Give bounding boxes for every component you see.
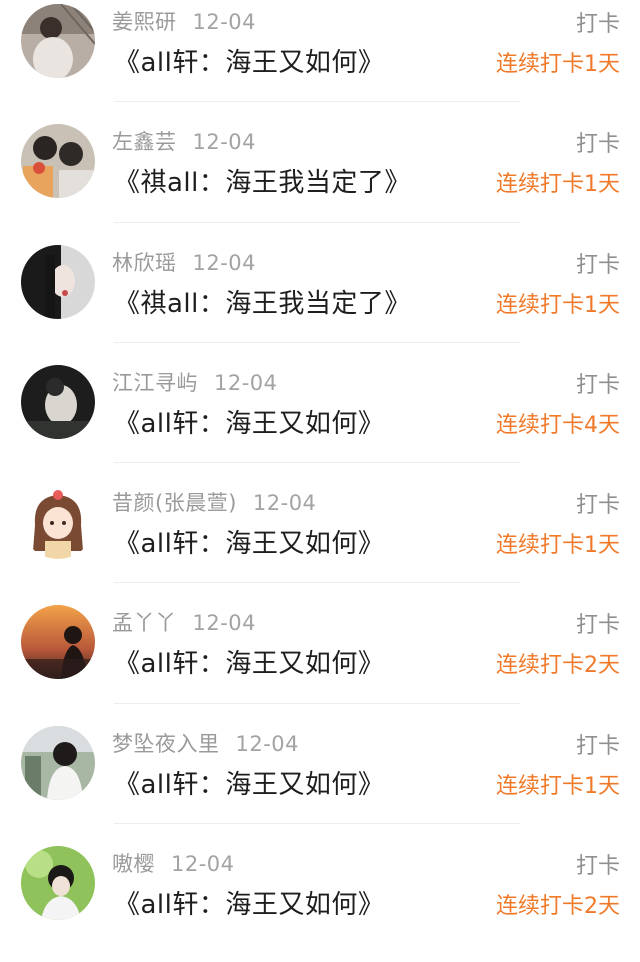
divider [114,823,520,825]
avatar-dark-photo-icon [21,364,95,439]
username-text[interactable]: 姜熙研 [112,10,177,34]
list-item[interactable]: 林欣瑶 12-04 《祺all：海王我当定了》 打卡 连续打卡1天 [0,241,640,361]
post-title[interactable]: 《all轩：海王又如何》 [114,42,384,79]
avatar-girl-outdoor-icon [21,725,95,800]
divider [114,462,520,464]
checkin-label: 打卡 [575,613,620,639]
post-date: 12-04 [171,852,235,877]
username[interactable]: 左鑫芸 12-04 [112,126,256,156]
avatar-girl-photo-icon [21,4,95,78]
post-title[interactable]: 《all轩：海王又如何》 [114,403,384,440]
avatar-boys-photo-icon [21,124,95,199]
username-text[interactable]: 梦坠夜入里 [112,732,220,756]
checkin-label: 打卡 [575,372,620,398]
avatar-cartoon-girl-icon [21,485,95,560]
avatar[interactable] [21,485,95,560]
checkin-label: 打卡 [575,12,620,37]
streak-badge: 连续打卡4天 [496,412,620,438]
list-item[interactable]: 姜熙研 12-04 《all轩：海王又如何》 打卡 连续打卡1天 [0,0,640,120]
streak-badge: 连续打卡1天 [496,172,620,198]
list-item[interactable]: 昔颜(张晨萱) 12-04 《all轩：海王又如何》 打卡 连续打卡1天 [0,481,640,601]
avatar[interactable] [21,244,95,319]
username-text[interactable]: 林欣瑶 [112,251,177,275]
streak-badge: 连续打卡1天 [496,52,620,77]
checkin-list: 姜熙研 12-04 《all轩：海王又如何》 打卡 连续打卡1天 左鑫芸 12-04… [0,0,640,962]
list-item[interactable]: 左鑫芸 12-04 《祺all：海王我当定了》 打卡 连续打卡1天 [0,120,640,240]
username-text[interactable]: 孟丫丫 [112,611,177,635]
username[interactable]: 梦坠夜入里 12-04 [112,728,299,758]
username[interactable]: 嗷樱 12-04 [112,848,235,878]
list-item[interactable]: 梦坠夜入里 12-04 《all轩：海王又如何》 打卡 连续打卡1天 [0,722,640,842]
username[interactable]: 江江寻屿 12-04 [112,367,278,397]
username[interactable]: 林欣瑶 12-04 [112,247,256,277]
avatar[interactable] [21,725,95,800]
streak-badge: 连续打卡2天 [496,894,620,920]
avatar-boy-green-icon [21,846,95,921]
streak-badge: 连续打卡1天 [496,773,620,799]
divider [114,702,520,704]
checkin-label: 打卡 [575,132,620,158]
divider [114,582,520,584]
username[interactable]: 姜熙研 12-04 [112,6,256,36]
avatar[interactable] [21,605,95,680]
list-item[interactable]: 孟丫丫 12-04 《all轩：海王又如何》 打卡 连续打卡2天 [0,601,640,721]
post-title[interactable]: 《all轩：海王又如何》 [114,884,384,921]
post-date: 12-04 [252,491,317,516]
avatar-woman-profile-icon [21,244,95,319]
divider [114,221,520,223]
avatar[interactable] [21,124,95,199]
post-title[interactable]: 《all轩：海王又如何》 [114,764,384,801]
post-date: 12-04 [214,370,278,395]
streak-badge: 连续打卡1天 [496,533,620,559]
post-title[interactable]: 《祺all：海王我当定了》 [114,162,411,199]
avatar[interactable] [21,846,95,921]
divider [114,341,520,343]
post-date: 12-04 [235,731,300,756]
username-text[interactable]: 江江寻屿 [112,371,198,395]
post-date: 12-04 [192,10,257,34]
checkin-label: 打卡 [575,733,620,759]
post-date: 12-04 [192,250,257,275]
username-text[interactable]: 昔颜(张晨萱) [112,491,237,515]
list-item[interactable]: 嗷樱 12-04 《all轩：海王又如何》 打卡 连续打卡2天 [0,842,640,962]
username[interactable]: 昔颜(张晨萱) 12-04 [112,487,316,517]
username[interactable]: 孟丫丫 12-04 [112,607,256,637]
post-date: 12-04 [192,611,257,636]
checkin-label: 打卡 [575,854,620,880]
streak-badge: 连续打卡1天 [496,292,620,318]
list-item[interactable]: 江江寻屿 12-04 《all轩：海王又如何》 打卡 连续打卡4天 [0,361,640,481]
checkin-label: 打卡 [575,252,620,278]
username-text[interactable]: 嗷樱 [112,852,155,876]
avatar-sunset-photo-icon [21,605,95,680]
post-title[interactable]: 《all轩：海王又如何》 [114,643,384,680]
post-title[interactable]: 《all轩：海王又如何》 [114,523,384,560]
streak-badge: 连续打卡2天 [496,653,620,679]
avatar[interactable] [21,4,95,78]
username-text[interactable]: 左鑫芸 [112,130,177,154]
post-date: 12-04 [192,130,257,155]
divider [114,101,520,103]
post-title[interactable]: 《祺all：海王我当定了》 [114,283,411,320]
avatar[interactable] [21,364,95,439]
checkin-label: 打卡 [575,493,620,519]
